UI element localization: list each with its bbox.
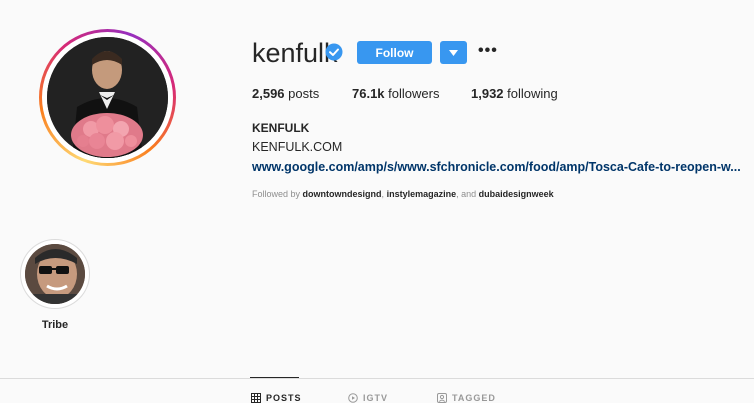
verified-badge-icon xyxy=(325,43,343,61)
posts-stat: 2,596 posts xyxy=(252,86,320,101)
profile-website-link[interactable]: www.google.com/amp/s/www.sfchronicle.com… xyxy=(252,160,741,174)
followed-by-account-link[interactable]: downtowndesignd xyxy=(303,189,382,199)
active-tab-indicator xyxy=(250,377,299,378)
story-highlight[interactable] xyxy=(20,239,90,309)
highlight-photo xyxy=(25,244,85,304)
profile-full-name: KENFULK xyxy=(252,121,310,135)
followed-by-account-link[interactable]: dubaidesignweek xyxy=(479,189,554,199)
story-highlight-label: Tribe xyxy=(41,319,69,331)
highlight-cover-image xyxy=(25,244,85,304)
suggestions-dropdown-button[interactable] xyxy=(440,41,467,64)
followed-by-account-link[interactable]: instylemagazine xyxy=(387,189,457,199)
tabs-divider xyxy=(0,378,754,379)
profile-avatar[interactable] xyxy=(47,37,168,158)
profile-bio: KENFULK.COM xyxy=(252,140,343,154)
follow-button[interactable]: Follow xyxy=(357,41,432,64)
followers-stat[interactable]: 76.1k followers xyxy=(352,86,439,101)
chevron-down-icon xyxy=(449,49,458,56)
profile-avatar-ring[interactable] xyxy=(39,29,176,166)
more-options-icon[interactable]: ••• xyxy=(478,42,498,60)
followed-by-text: Followed by downtowndesignd, instylemaga… xyxy=(252,189,554,199)
following-stat[interactable]: 1,932 following xyxy=(471,86,558,101)
profile-photo xyxy=(47,37,168,158)
